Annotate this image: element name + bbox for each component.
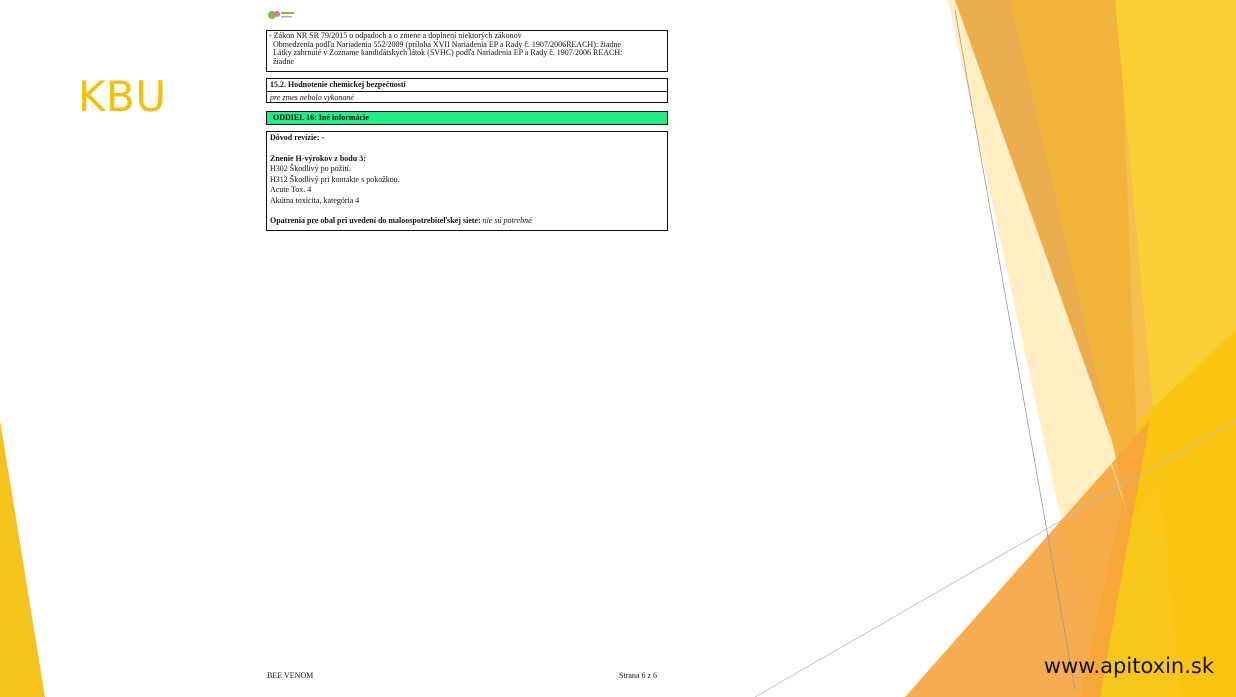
legislation-line: Látky zahrnuté v Zozname kandidátskych l…: [273, 48, 623, 57]
h-statement: H302 Škodlivý po požití.: [270, 164, 351, 173]
packaging-label: Opatrenia pre obal pri uvedení do maloos…: [270, 216, 481, 225]
decorative-background: [0, 0, 1236, 697]
revision-reason: Dôvod revízie: -: [270, 133, 325, 142]
doc-footer-product: BEE VENOM: [267, 671, 314, 680]
h-statement: H312 Škodlivý pri kontakte s pokožkou.: [270, 174, 400, 184]
other-information-box: Dôvod revízie: - Znenie H-výrokov z bodu…: [266, 131, 668, 231]
packaging-value: nie sú potrebné: [482, 216, 532, 225]
h-statement: Akútna toxicita, kategória 4: [270, 195, 360, 205]
legislation-box: - Zákon NR SR 79/2015 o odpadoch a o zme…: [266, 30, 668, 72]
bee-venom-logo-icon: [268, 11, 294, 19]
h-statements-heading: Znenie H-výrokov z bodu 3:: [270, 153, 366, 163]
slide-title: KBU: [78, 72, 167, 121]
section-text: pre zmes nebolo vykonané: [267, 91, 667, 104]
packaging-line: Opatrenia pre obal pri uvedení do maloos…: [270, 216, 664, 227]
h-statement: Acute Tox. 4: [270, 185, 312, 194]
doc-footer-page: Strana 6 z 6: [619, 671, 657, 680]
legislation-line: žiadne: [273, 56, 294, 66]
section-heading: 15.2. Hodnotenie chemickej bezpečnosti: [270, 80, 406, 89]
website-url: www.apitoxin.sk: [1043, 654, 1214, 678]
section-16-header: ODDIEL 16: Iné informácie: [266, 111, 668, 125]
chemical-safety-box: 15.2. Hodnotenie chemickej bezpečnosti p…: [266, 78, 668, 103]
